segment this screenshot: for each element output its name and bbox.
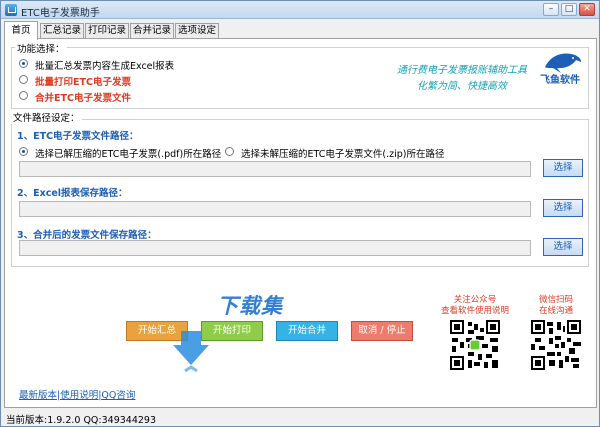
qr-left-line1: 关注公众号 <box>453 295 497 305</box>
start-merge-button[interactable]: 开始合并 <box>276 321 338 341</box>
radio-merge[interactable] <box>19 91 28 100</box>
radio-summarize[interactable] <box>19 59 28 68</box>
start-print-button[interactable]: 开始打印 <box>201 321 263 341</box>
slogan-line1: 通行费电子发票报账辅助工具 <box>397 65 527 76</box>
tab-print-records[interactable]: 打印记录 <box>85 23 129 39</box>
start-summarize-button[interactable]: 开始汇总 <box>126 321 188 341</box>
minimize-button[interactable]: – <box>543 3 559 16</box>
home-panel: 功能选择： 批量汇总发票内容生成Excel报表 批量打印ETC电子发票 合并ET… <box>4 38 597 408</box>
wechat-account-qr-icon <box>450 320 500 370</box>
cancel-stop-button[interactable]: 取消 / 停止 <box>351 321 413 341</box>
radio-zip-label[interactable]: 选择未解压缩的ETC电子发票文件(.zip)所在路径 <box>241 146 444 160</box>
excel-path-heading: 2、Excel报表保存路径： <box>17 188 128 199</box>
radio-zip-file[interactable] <box>225 147 234 156</box>
qr-right-line1: 微信扫码 <box>538 295 573 305</box>
pick-pdf-path-button[interactable]: 选择 <box>543 159 583 177</box>
option-merge-label[interactable]: 合并ETC电子发票文件 <box>35 90 131 104</box>
path-legend: 文件路径设定： <box>11 110 82 124</box>
tab-summary-records[interactable]: 汇总记录 <box>40 23 84 39</box>
tab-options[interactable]: 选项设定 <box>175 23 219 39</box>
brand-name: 飞鱼软件 <box>540 75 580 86</box>
maximize-button[interactable]: □ <box>561 3 577 16</box>
app-home-icon <box>5 4 17 16</box>
pick-merge-path-button[interactable]: 选择 <box>543 238 583 256</box>
status-bar: 当前版本:1.9.2.0 QQ:349344293 <box>1 409 599 426</box>
option-summarize-label[interactable]: 批量汇总发票内容生成Excel报表 <box>35 58 174 72</box>
tab-home[interactable]: 首页 <box>4 21 38 40</box>
footer-links[interactable]: 最新版本|使用说明|QQ咨询 <box>19 387 135 401</box>
pdf-path-heading: 1、ETC电子发票文件路径： <box>17 131 139 142</box>
watermark-text: 下载集 <box>217 294 283 318</box>
merge-path-field[interactable] <box>19 240 531 256</box>
title-bar[interactable]: ETC电子发票助手 – □ ✕ <box>1 1 599 19</box>
qr-left-line2: 查看软件使用说明 <box>440 306 509 316</box>
app-window: ETC电子发票助手 – □ ✕ 首页 汇总记录 打印记录 合并记录 选项设定 功… <box>0 0 600 427</box>
version-status: 当前版本:1.9.2.0 QQ:349344293 <box>6 415 157 426</box>
excel-path-field[interactable] <box>19 201 531 217</box>
radio-unzipped-label[interactable]: 选择已解压缩的ETC电子发票(.pdf)所在路径 <box>35 146 221 160</box>
radio-unzipped-pdf[interactable] <box>19 147 28 156</box>
slogan-line2: 化繁为简、快捷高效 <box>417 81 507 92</box>
merge-path-heading: 3、合并后的发票文件保存路径： <box>17 230 157 241</box>
radio-print[interactable] <box>19 75 28 84</box>
option-print-label[interactable]: 批量打印ETC电子发票 <box>35 74 131 88</box>
function-legend: 功能选择： <box>15 41 67 55</box>
wechat-contact-qr-icon <box>531 320 581 370</box>
window-title: ETC电子发票助手 <box>21 8 100 19</box>
pdf-path-field[interactable] <box>19 161 531 177</box>
pick-excel-path-button[interactable]: 选择 <box>543 199 583 217</box>
qr-right-line2: 在线沟通 <box>538 306 573 316</box>
close-button[interactable]: ✕ <box>579 3 595 16</box>
tab-merge-records[interactable]: 合并记录 <box>130 23 174 39</box>
